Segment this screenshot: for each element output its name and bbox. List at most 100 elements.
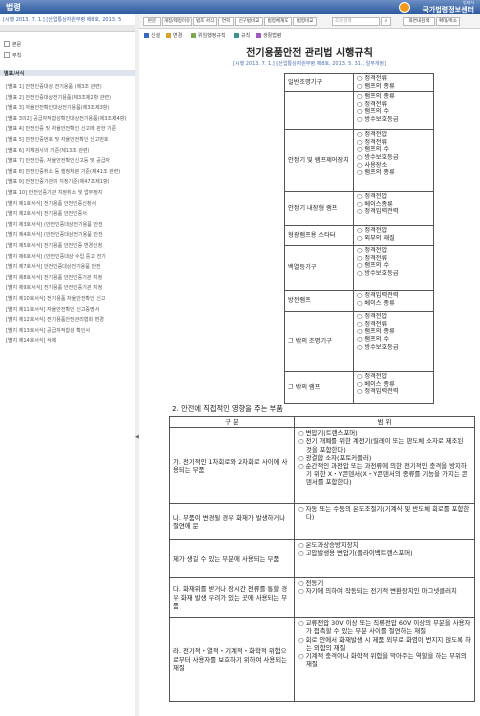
form-list-item[interactable]: [별지 제14호서식] 삭제 bbox=[6, 337, 133, 346]
item-name-cell: 방전램프 bbox=[284, 290, 354, 313]
option-text: 램프의 종류 bbox=[357, 328, 430, 336]
form-list-item[interactable]: [별지 제11호서식] 자율안전확인 신고증명서 bbox=[6, 306, 133, 315]
item-name-cell: 형광램프용 스타터 bbox=[284, 225, 354, 247]
table-row: 형광램프용 스타터정격전압외부의 재질 bbox=[284, 225, 434, 247]
form-list-item[interactable]: [별표 9] 안전인증기관의 지정기준(제47조제1항) bbox=[6, 178, 133, 187]
tree-node-addenda[interactable]: 부칙 bbox=[4, 52, 21, 59]
form-list-item[interactable]: [별지 제8호서식] 전기용품 안전인증기관 지정 bbox=[6, 274, 133, 283]
category-cell: 나. 부품이 변경될 경우 화재가 발생하거나 절연에 문 bbox=[169, 503, 295, 541]
item-options-cell: 램프의 종류정격전류램프의 수방수보호등급 bbox=[353, 91, 434, 131]
article-search-input[interactable]: 조문검색 bbox=[332, 17, 380, 26]
legend-changed[interactable]: 변경 bbox=[166, 32, 182, 39]
tab-body[interactable]: 본문 bbox=[143, 17, 161, 26]
item-name-cell: 일반조명기구 bbox=[284, 72, 354, 93]
form-list-item[interactable]: [별지 제10호서식] 전기용품 자율안전확인 신고 bbox=[6, 295, 133, 304]
table-row: 안정기 및 램프제어장치정격전압정격전류램프의 수방수보호등급사용장소램프의 종… bbox=[284, 129, 434, 193]
option-text: 정격입력전력 bbox=[357, 388, 430, 396]
form-list-item[interactable]: [별표 5] 안전인증번호 및 자율안전확인 신고번호 bbox=[6, 136, 133, 145]
item-name-cell: 안정기 내장형 램프 bbox=[284, 191, 354, 227]
option-text: 램프의 종류 bbox=[357, 83, 430, 91]
document-subtitle: [시행 2013. 7. 1.] [산업통상자원부령 제8호, 2013. 5.… bbox=[233, 61, 386, 67]
table-row: 일반조명기구정격전류램프의 종류 bbox=[284, 72, 434, 93]
legend-life-law-swatch bbox=[256, 33, 261, 38]
form-list-item[interactable]: [별표 3] 자율안전확인대상전기용품(제3조제3항) bbox=[6, 104, 133, 113]
tree-group-forms[interactable]: 별표/서식 bbox=[0, 70, 135, 77]
tab-compare[interactable]: 신구법비교 bbox=[235, 17, 263, 26]
range-cell: 변압기(트랜스포머)전기 개폐를 위한 계전기(릴레이 또는 판도체 소자로 제… bbox=[294, 427, 475, 505]
legend-rule-swatch bbox=[234, 33, 239, 38]
form-list-item[interactable]: [별표 2] 안전인증대상전기용품(제3조제2항 관련) bbox=[6, 94, 133, 103]
table-row: 안정기 내장형 램프정격전압베이스종류정격입력전력 bbox=[284, 191, 434, 227]
option-text: 방수보호등급 bbox=[357, 116, 430, 124]
form-list-item[interactable]: [별지 제2호서식] 전기용품 안전인증서 bbox=[6, 210, 133, 219]
option-text: 정격전압 bbox=[357, 373, 430, 381]
legend-life-law[interactable]: 생활법령 bbox=[256, 32, 281, 39]
form-list-item[interactable]: [별표 4] 안전인증 및 자율안전확인 신고에 관한 기준 bbox=[6, 125, 133, 134]
form-list-item[interactable]: [별표 6] 지체검사의 기준(제13조 관련) bbox=[6, 147, 133, 156]
column-header: 범 위 bbox=[294, 415, 475, 429]
tab-reason[interactable]: 개정/제정이유 bbox=[162, 17, 192, 26]
document-area: 신설 변경 위임행정규칙 규칙 생활법령 전기용품안전 관리법 시행규칙 [시행… bbox=[139, 29, 480, 716]
form-list-item[interactable]: [별지 제1호서식] 전기용품 안전인증신청서 bbox=[6, 200, 133, 209]
find-in-page-button[interactable]: 화면내검색 bbox=[403, 17, 435, 26]
form-list-item[interactable]: [별지 제4호서식] (안전인증대상전기용품 안전 bbox=[6, 231, 133, 240]
tab-history[interactable]: 연혁 bbox=[218, 17, 234, 26]
form-list-item[interactable]: [별지 제9호서식] 전기용품 안전인증기관 지정 bbox=[6, 284, 133, 293]
item-options-cell: 정격전압정격전류램프의 수방수보호등급 bbox=[353, 245, 434, 292]
range-cell: 온도과상승방지장치고압발생용 변압기(플라이백트랜스포머) bbox=[294, 539, 475, 579]
table-header-row: 구 분범 위 bbox=[169, 415, 475, 429]
legend-delegated[interactable]: 위임행정규칙 bbox=[191, 32, 226, 39]
tab-forms[interactable]: 법조 서식 bbox=[193, 17, 217, 26]
form-list-item[interactable]: [별표 10] 안전인증기관 지정취소 및 업무정지 bbox=[6, 189, 133, 198]
site-logo[interactable]: 법제처 국가법령정보센터 bbox=[394, 0, 474, 14]
form-list-item[interactable]: [별표 8] 안전인증취소 등 행정처분 기준(제41조 관련) bbox=[6, 168, 133, 177]
option-text: 정격전압 bbox=[357, 313, 430, 321]
tab-structure[interactable]: 법령체계도 bbox=[264, 17, 292, 26]
form-list-item[interactable]: [별표 3의2] 공급자적합성확인대상전기용품(제3조제4항) bbox=[6, 115, 133, 124]
option-text: 외부의 재질 bbox=[357, 235, 430, 243]
table-row: 백열등기구정격전압정격전류램프의 수방수보호등급 bbox=[284, 245, 434, 292]
range-item: 자기에 의하여 작동되는 전기적 변환장치인 마그넷클러치 bbox=[298, 587, 471, 595]
range-cell: 전동기자기에 의하여 작동되는 전기적 변환장치인 마그넷클러치 bbox=[294, 577, 475, 619]
parts-table: 구 분범 위가. 전기적인 1차회로와 2차회로 사이에 사용되는 부품변압기(… bbox=[169, 415, 475, 703]
app-title-bar: 법령 법제처 국가법령정보센터 bbox=[0, 0, 480, 14]
form-list-item[interactable]: [별지 제7호서식] 안전인증대상전기용품 안전 bbox=[6, 263, 133, 272]
option-text: 베이스 종류 bbox=[357, 300, 430, 308]
legend-rule[interactable]: 규칙 bbox=[234, 32, 250, 39]
zoom-button[interactable]: 확대/축소 bbox=[436, 17, 460, 26]
tree-toolbar bbox=[0, 25, 135, 32]
column-header: 구 분 bbox=[169, 415, 295, 429]
tree-node-body[interactable]: 본문 bbox=[4, 41, 21, 48]
tab-law-compare[interactable]: 법령비교 bbox=[293, 17, 317, 26]
option-text: 정격입력전력 bbox=[357, 208, 430, 216]
expand-icon bbox=[4, 41, 10, 47]
option-text: 정격전압 bbox=[357, 227, 430, 235]
item-name-cell: 백열등기구 bbox=[284, 245, 354, 292]
table-row: 가. 전기적인 1차회로와 2차회로 사이에 사용되는 부품변압기(트랜스포머)… bbox=[169, 427, 475, 505]
form-list-item[interactable]: [별표 1] 안전인증대상 전기용품 (제3조 관련) bbox=[6, 83, 133, 92]
item-options-cell: 정격입력전력베이스 종류 bbox=[353, 290, 434, 313]
item-options-cell: 정격전압베이스종류정격입력전력 bbox=[353, 191, 434, 227]
category-cell: 가. 전기적인 1차회로와 2차회로 사이에 사용되는 부품 bbox=[169, 427, 295, 505]
legend-new[interactable]: 신설 bbox=[144, 32, 160, 39]
form-list-item[interactable]: [별표 7] 안전인증, 자율안전확인신고등 및 공급자 bbox=[6, 157, 133, 166]
toolbar: 본문 개정/제정이유 법조 서식 연혁 신구법비교 법령체계도 법령비교 조문검… bbox=[139, 14, 480, 29]
category-cell: 다. 화재위를 받거나 장시간 전류를 통할 경우 화재 발생 우려가 있는 곳… bbox=[169, 577, 295, 619]
category-cell: 제가 생길 수 있는 부분에 사용되는 부품 bbox=[169, 539, 295, 579]
form-list-item[interactable]: [별지 제12호서식] 전기용품안전관리협회 변경 bbox=[6, 316, 133, 325]
range-item: 고압발생용 변압기(플라이백트랜스포머) bbox=[298, 549, 471, 557]
option-text: 램프의 종류 bbox=[357, 93, 430, 101]
option-text: 정격전압 bbox=[357, 131, 430, 139]
form-list-item[interactable]: [별지 제13호서식] 공급자적합성 확인서 bbox=[6, 327, 133, 336]
form-list-item[interactable]: [별지 제6호서식] (안전인증대상 수입 중고 전기 bbox=[6, 253, 133, 262]
section-2-title: 2. 안전에 직접적인 영향을 주는 부품 bbox=[172, 404, 283, 413]
range-item: 회로 안에서 화재발생 시 제품 외부로 화염이 번지지 않도록 하는 외함의 … bbox=[298, 636, 471, 652]
form-list-item[interactable]: [별지 제3호서식] (안전인증대상전기용품 안전 bbox=[6, 221, 133, 230]
legend-changed-swatch bbox=[166, 33, 171, 38]
option-text: 정격전류 bbox=[357, 75, 430, 83]
range-item: 자동 또는 수동의 온도조절기(기계식 및 반도체 회로를 포함한다) bbox=[298, 505, 471, 521]
form-list-item[interactable]: [별지 제5호서식] 전기용품 안전인증 변경신청 bbox=[6, 242, 133, 251]
law-info-line: [시행 2013. 7. 1.] [산업통상자원부령 제8호, 2013. 5 bbox=[3, 17, 122, 23]
legend-delegated-swatch bbox=[191, 33, 196, 38]
search-button[interactable]: ⌕ bbox=[381, 17, 391, 26]
